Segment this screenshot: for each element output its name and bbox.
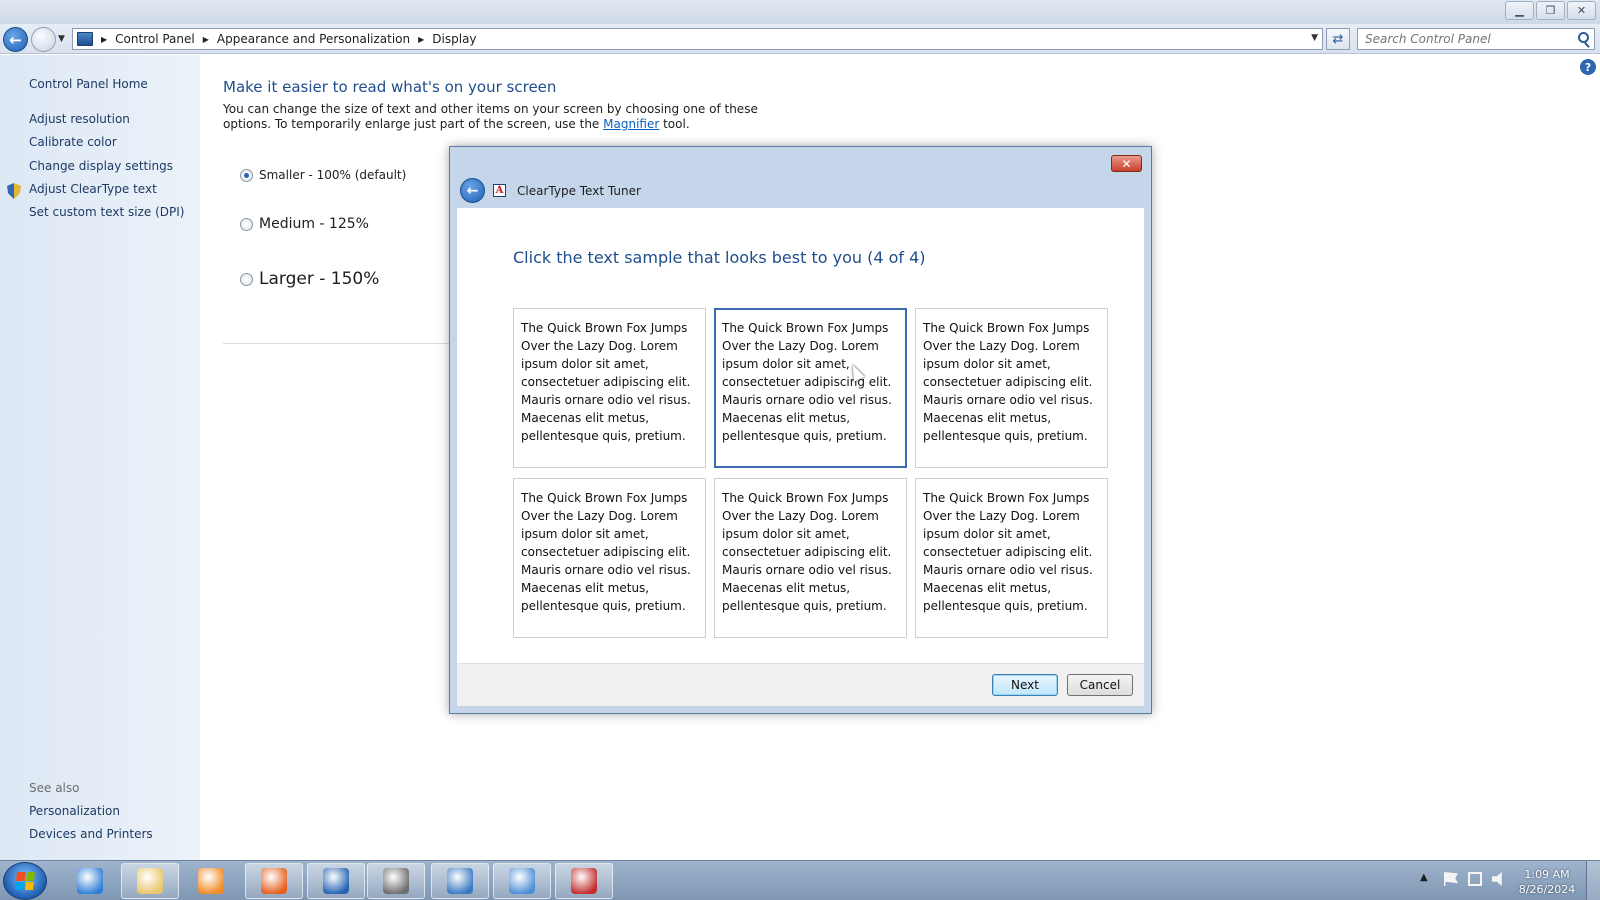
chevron-right-icon[interactable]: ▶: [203, 35, 209, 44]
magnifier-link[interactable]: Magnifier: [603, 117, 659, 131]
cleartype-icon: [571, 868, 597, 894]
sidebar-item-custom-text-size[interactable]: Set custom text size (DPI): [29, 205, 184, 219]
dialog-back-button[interactable]: ←: [460, 178, 485, 203]
description-text-end: tool.: [659, 117, 690, 131]
firefox-icon: [261, 868, 287, 894]
taskbar-firefox[interactable]: [245, 863, 303, 899]
network-icon[interactable]: [1468, 872, 1482, 886]
sidebar-item-adjust-resolution[interactable]: Adjust resolution: [29, 112, 130, 126]
window-controls: ▁ ❐ ✕: [1503, 1, 1596, 20]
title-bar: ▁ ❐ ✕: [0, 0, 1600, 24]
option-larger-label: Larger - 150%: [259, 269, 380, 289]
recent-pages-dropdown[interactable]: ▼: [58, 34, 65, 44]
option-smaller-label: Smaller - 100% (default): [259, 168, 407, 182]
text-sample-6[interactable]: The Quick Brown Fox Jumps Over the Lazy …: [915, 478, 1108, 638]
see-also-personalization[interactable]: Personalization: [29, 804, 120, 818]
windows-logo-icon: [15, 872, 35, 890]
file-explorer-icon: [137, 868, 163, 894]
help-icon[interactable]: ?: [1580, 59, 1596, 75]
taskbar-file-explorer[interactable]: [121, 863, 179, 899]
system-clock[interactable]: 1:09 AM 8/26/2024: [1515, 867, 1579, 897]
page-description: You can change the size of text and othe…: [223, 102, 763, 132]
dialog-heading: Click the text sample that looks best to…: [513, 248, 926, 267]
back-arrow-icon: ←: [466, 182, 479, 199]
volume-muted-icon[interactable]: [1492, 872, 1502, 886]
photo-icon: [383, 868, 409, 894]
control-panel-home-link[interactable]: Control Panel Home: [29, 77, 148, 91]
text-sample-5[interactable]: The Quick Brown Fox Jumps Over the Lazy …: [714, 478, 907, 638]
taskbar-photo[interactable]: [367, 863, 425, 899]
divider: [223, 343, 451, 344]
app-icon: [323, 868, 349, 894]
action-center-flag-icon[interactable]: [1444, 872, 1458, 886]
left-pane: Control Panel Home Adjust resolution Cal…: [0, 55, 200, 860]
option-larger[interactable]: Larger - 150%: [240, 269, 379, 289]
control-panel-icon: [509, 868, 535, 894]
start-button[interactable]: [3, 862, 47, 900]
see-also-heading: See also: [29, 781, 80, 795]
minimize-button[interactable]: ▁: [1505, 1, 1534, 20]
breadcrumb-control-panel[interactable]: Control Panel: [115, 32, 195, 46]
sidebar-item-calibrate-color[interactable]: Calibrate color: [29, 135, 117, 149]
see-also-devices-printers[interactable]: Devices and Printers: [29, 827, 153, 841]
clock-date: 8/26/2024: [1518, 883, 1576, 896]
page-title: Make it easier to read what's on your sc…: [223, 78, 557, 96]
search-input[interactable]: [1358, 29, 1568, 49]
breadcrumb-appearance[interactable]: Appearance and Personalization: [217, 32, 410, 46]
taskbar-cleartype[interactable]: [555, 863, 613, 899]
internet-explorer-icon: [77, 868, 103, 894]
chevron-right-icon[interactable]: ▶: [418, 35, 424, 44]
refresh-button[interactable]: ⇄: [1326, 28, 1350, 50]
cleartype-app-icon: A: [493, 184, 506, 197]
maximize-button[interactable]: ❐: [1536, 1, 1565, 20]
taskbar-app[interactable]: [307, 863, 365, 899]
text-sample-2[interactable]: The Quick Brown Fox Jumps Over the Lazy …: [714, 308, 907, 468]
dialog-footer: Next Cancel: [457, 663, 1144, 706]
breadcrumb-display[interactable]: Display: [432, 32, 476, 46]
refresh-icon: ⇄: [1332, 31, 1344, 47]
radio-larger[interactable]: [240, 272, 253, 286]
text-sample-1[interactable]: The Quick Brown Fox Jumps Over the Lazy …: [513, 308, 706, 468]
shield-icon: [7, 183, 21, 199]
address-dropdown-icon[interactable]: ▼: [1311, 33, 1318, 43]
text-sample-4[interactable]: The Quick Brown Fox Jumps Over the Lazy …: [513, 478, 706, 638]
close-button[interactable]: ✕: [1567, 1, 1596, 20]
radio-smaller[interactable]: [240, 168, 253, 182]
cleartype-dialog: ✕ ← A ClearType Text Tuner Click the tex…: [449, 146, 1152, 714]
address-bar[interactable]: ▶ Control Panel ▶ Appearance and Persona…: [72, 28, 1323, 50]
chevron-right-icon[interactable]: ▶: [101, 35, 107, 44]
taskbar-control-panel[interactable]: [493, 863, 551, 899]
system-tray: ▲: [1420, 872, 1506, 886]
show-desktop-button[interactable]: [1586, 861, 1600, 900]
dialog-content: Click the text sample that looks best to…: [457, 208, 1144, 663]
radio-medium[interactable]: [240, 217, 253, 231]
dialog-title: ClearType Text Tuner: [517, 184, 641, 198]
search-icon[interactable]: [1578, 32, 1589, 43]
option-medium-label: Medium - 125%: [259, 216, 369, 232]
clock-time: 1:09 AM: [1524, 868, 1570, 881]
cancel-button[interactable]: Cancel: [1067, 674, 1133, 696]
back-button[interactable]: ←: [3, 27, 28, 52]
text-sample-3[interactable]: The Quick Brown Fox Jumps Over the Lazy …: [915, 308, 1108, 468]
next-button[interactable]: Next: [992, 674, 1058, 696]
control-panel-icon: [77, 32, 93, 46]
option-smaller[interactable]: Smaller - 100% (default): [240, 168, 406, 182]
show-hidden-icons-icon[interactable]: ▲: [1420, 872, 1434, 886]
option-medium[interactable]: Medium - 125%: [240, 216, 369, 232]
display-settings-icon: [447, 868, 473, 894]
sidebar-item-adjust-cleartype[interactable]: Adjust ClearType text: [29, 182, 157, 196]
taskbar-internet-explorer[interactable]: [61, 863, 119, 899]
media-player-icon: [198, 868, 224, 894]
taskbar: ▲ 1:09 AM 8/26/2024: [0, 860, 1600, 900]
search-box[interactable]: [1357, 28, 1595, 50]
taskbar-media-player[interactable]: [182, 863, 240, 899]
dialog-close-button[interactable]: ✕: [1111, 155, 1142, 172]
forward-button[interactable]: [31, 27, 56, 52]
taskbar-display-settings[interactable]: [431, 863, 489, 899]
sidebar-item-change-display-settings[interactable]: Change display settings: [29, 159, 173, 173]
address-row: ← ▼ ▶ Control Panel ▶ Appearance and Per…: [0, 24, 1600, 54]
back-arrow-icon: ←: [9, 30, 22, 49]
